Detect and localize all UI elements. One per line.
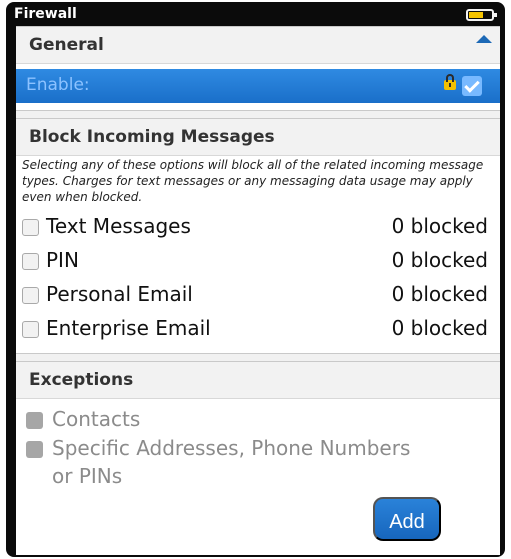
block-description: Selecting any of these options will bloc… — [22, 158, 484, 204]
enable-row[interactable]: Enable: — [16, 69, 500, 103]
enterprise-email-checkbox[interactable] — [22, 321, 39, 338]
personal-email-checkbox[interactable] — [22, 287, 39, 304]
battery-icon — [466, 9, 497, 21]
block-personal-email-row[interactable]: Personal Email 0 blocked — [16, 281, 500, 311]
enable-checkbox[interactable] — [462, 76, 482, 96]
or-pins-label: or PINs — [52, 464, 123, 488]
lock-icon — [444, 74, 456, 90]
title-bar: Firewall — [14, 5, 498, 27]
block-incoming-messages-section: Block Incoming Messages Selecting any of… — [16, 118, 500, 354]
text-messages-label: Text Messages — [46, 214, 191, 238]
personal-email-count: 0 blocked — [391, 282, 488, 306]
enable-label: Enable: — [26, 75, 90, 95]
exceptions-or-pins-row: or PINs — [16, 463, 500, 491]
add-button[interactable]: Add — [373, 497, 441, 541]
text-messages-checkbox[interactable] — [22, 219, 39, 236]
enterprise-email-label: Enterprise Email — [46, 316, 211, 340]
specific-addresses-checkbox — [26, 441, 43, 458]
firewall-screen: General Enable: Block Incoming Messages … — [16, 26, 500, 555]
personal-email-label: Personal Email — [46, 282, 193, 306]
pin-label: PIN — [46, 248, 79, 272]
scroll-up-indicator-icon[interactable] — [476, 35, 492, 43]
specific-addresses-label: Specific Addresses, Phone Numbers — [52, 436, 411, 460]
text-messages-count: 0 blocked — [391, 214, 488, 238]
enterprise-email-count: 0 blocked — [391, 316, 488, 340]
contacts-label: Contacts — [52, 407, 141, 431]
exceptions-header: Exceptions — [16, 362, 500, 399]
general-header: General — [16, 27, 500, 64]
general-section: General Enable: — [16, 26, 500, 111]
block-header: Block Incoming Messages — [16, 119, 500, 156]
pin-checkbox[interactable] — [22, 253, 39, 270]
block-pin-row[interactable]: PIN 0 blocked — [16, 247, 500, 277]
pin-count: 0 blocked — [391, 248, 488, 272]
block-enterprise-email-row[interactable]: Enterprise Email 0 blocked — [16, 315, 500, 345]
contacts-checkbox — [26, 412, 43, 429]
exceptions-specific-addresses-row: Specific Addresses, Phone Numbers — [16, 435, 500, 463]
block-text-messages-row[interactable]: Text Messages 0 blocked — [16, 213, 500, 243]
window-title: Firewall — [14, 6, 77, 22]
exceptions-contacts-row: Contacts — [16, 406, 500, 434]
